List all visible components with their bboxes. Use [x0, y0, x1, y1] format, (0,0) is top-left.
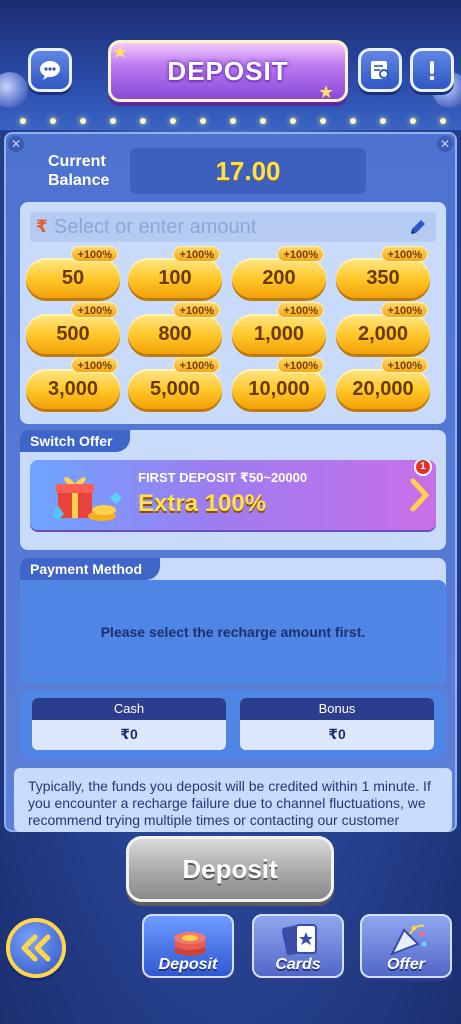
wallet-section: Cash ₹0 Bonus ₹0 — [20, 690, 446, 758]
amount-option-value: 50 — [61, 266, 85, 289]
bonus-percent-badge: +100% — [173, 246, 220, 262]
balance-value: 17.00 — [215, 155, 281, 186]
amount-option-value: 2,000 — [357, 322, 409, 345]
offer-highlight: Extra 100% — [138, 490, 267, 517]
info-button[interactable] — [410, 48, 454, 92]
string-lights — [0, 118, 461, 128]
corner-decoration: ✕ — [8, 136, 24, 152]
amount-option-button[interactable]: 2,000 +100% — [336, 302, 430, 354]
star-icon: ★ — [318, 82, 335, 102]
party-popper-icon — [389, 924, 427, 956]
cash-label: Cash — [32, 698, 226, 720]
amount-option-value: 5,000 — [149, 377, 201, 400]
pencil-icon[interactable] — [408, 217, 428, 237]
balance-label: Current Balance — [48, 153, 110, 189]
amount-option-button[interactable]: 5,000 +100% — [128, 357, 222, 409]
nav-tab-label: Cards — [275, 956, 321, 973]
amount-option-value: 1,000 — [253, 322, 305, 345]
deposit-note-text: Typically, the funds you deposit will be… — [28, 778, 431, 828]
stage-light-left — [0, 72, 28, 108]
bottom-nav: Deposit Cards Offer — [138, 910, 456, 982]
bonus-percent-badge: +100% — [173, 302, 220, 318]
amount-section: ₹ Select or enter amount 50 +100% 100 +100%… — [20, 202, 446, 424]
deposit-note: Typically, the funds you deposit will be… — [14, 768, 452, 832]
amount-placeholder: Select or enter amount — [54, 215, 257, 238]
header-bar: DEPOSIT ★ ★ — [0, 0, 461, 130]
amount-option-value: 10,000 — [248, 377, 310, 400]
amount-option-button[interactable]: 20,000 +100% — [336, 357, 430, 409]
amount-option-value: 100 — [158, 266, 192, 289]
bonus-percent-badge: +100% — [277, 357, 324, 373]
double-chevron-left-icon — [21, 934, 51, 962]
payment-message: Please select the recharge amount first. — [100, 624, 366, 640]
amount-option-value: 3,000 — [47, 377, 99, 400]
star-icon: ★ — [112, 42, 129, 62]
bonus-percent-badge: +100% — [71, 302, 118, 318]
bonus-percent-badge: +100% — [277, 302, 324, 318]
amount-option-value: 20,000 — [352, 377, 414, 400]
notebook-search-icon — [371, 61, 391, 81]
offer-count-badge: 1 — [414, 460, 432, 476]
nav-tab-offer[interactable]: Offer — [360, 914, 452, 978]
amount-option-button[interactable]: 800 +100% — [128, 302, 222, 354]
amount-option-value: 800 — [158, 322, 192, 345]
cash-value: ₹0 — [120, 726, 138, 742]
amount-option-value: 200 — [262, 266, 296, 289]
amount-option-button[interactable]: 500 +100% — [26, 302, 120, 354]
gift-box-icon — [52, 477, 122, 521]
rupee-icon: ₹ — [36, 217, 48, 236]
amount-input[interactable]: ₹ Select or enter amount — [30, 212, 436, 242]
bonus-percent-badge: +100% — [381, 357, 428, 373]
title-plate: DEPOSIT — [108, 40, 348, 102]
offer-section: Switch Offer FIRST DEPOSIT ₹50~20000 Ext… — [20, 430, 446, 550]
bonus-percent-badge: +100% — [71, 357, 118, 373]
nav-tab-label: Deposit — [158, 956, 218, 973]
amount-option-button[interactable]: 3,000 +100% — [26, 357, 120, 409]
back-button[interactable] — [6, 918, 66, 978]
deposit-button-label: Deposit — [182, 853, 278, 884]
bonus-percent-badge: +100% — [277, 246, 324, 262]
bonus-percent-badge: +100% — [381, 302, 428, 318]
offer-title: FIRST DEPOSIT ₹50~20000 — [138, 470, 308, 485]
deposit-button[interactable]: Deposit — [126, 836, 334, 902]
amount-option-button[interactable]: 1,000 +100% — [232, 302, 326, 354]
chat-button[interactable] — [28, 48, 72, 92]
exclamation-icon — [429, 61, 435, 81]
cards-icon — [281, 924, 317, 956]
corner-decoration: ✕ — [437, 136, 453, 152]
amount-option-value: 500 — [56, 322, 90, 345]
deposit-panel: ✕ ✕ Current Balance 17.00 ₹ Select or en… — [4, 132, 457, 832]
amount-option-button[interactable]: 350 +100% — [336, 246, 430, 298]
bonus-wallet: Bonus ₹0 — [240, 698, 434, 750]
amount-option-button[interactable]: 50 +100% — [26, 246, 120, 298]
bonus-percent-badge: +100% — [71, 246, 118, 262]
chat-bubble-icon — [40, 61, 60, 80]
bonus-percent-badge: +100% — [173, 357, 220, 373]
nav-tab-deposit[interactable]: Deposit — [142, 914, 234, 978]
chips-icon — [174, 932, 206, 956]
page-title: DEPOSIT — [167, 55, 289, 86]
amount-option-value: 350 — [366, 266, 400, 289]
amount-option-button[interactable]: 100 +100% — [128, 246, 222, 298]
balance-display: 17.00 — [130, 148, 366, 194]
bonus-label: Bonus — [240, 698, 434, 720]
chevron-right-icon[interactable] — [408, 478, 430, 512]
bonus-percent-badge: +100% — [381, 246, 428, 262]
cash-wallet: Cash ₹0 — [32, 698, 226, 750]
records-button[interactable] — [358, 48, 402, 92]
bonus-value: ₹0 — [328, 726, 346, 742]
payment-section: Payment Method Please select the recharg… — [20, 558, 446, 684]
payment-method-area: Please select the recharge amount first. — [20, 580, 446, 684]
offer-section-label: Switch Offer — [20, 430, 131, 452]
offer-banner[interactable]: FIRST DEPOSIT ₹50~20000 Extra 100% 1 — [30, 460, 436, 530]
payment-section-label: Payment Method — [20, 558, 161, 580]
amount-option-button[interactable]: 10,000 +100% — [232, 357, 326, 409]
amount-option-button[interactable]: 200 +100% — [232, 246, 326, 298]
nav-tab-label: Offer — [387, 956, 425, 973]
nav-tab-cards[interactable]: Cards — [252, 914, 344, 978]
